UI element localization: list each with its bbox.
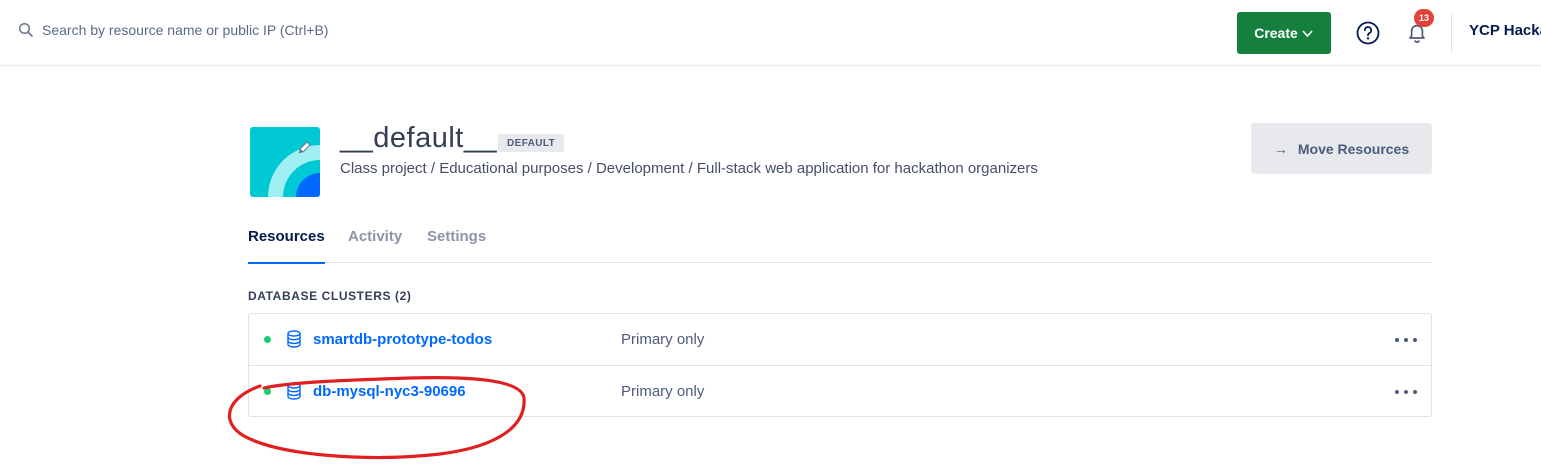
cluster-mode: Primary only — [621, 383, 705, 400]
move-resources-button[interactable]: → Move Resources — [1251, 123, 1432, 174]
default-badge: DEFAULT — [498, 134, 565, 152]
project-title: __default__ — [340, 122, 498, 154]
cluster-mode: Primary only — [621, 331, 705, 348]
more-options-icon[interactable] — [1395, 385, 1417, 399]
project-description: Class project / Educational purposes / D… — [340, 160, 1038, 177]
notification-count-badge: 13 — [1414, 9, 1434, 27]
list-item[interactable]: smartdb-prototype-todos Primary only — [249, 314, 1431, 365]
search-bar[interactable] — [18, 22, 382, 38]
tab-resources[interactable]: Resources — [248, 228, 325, 264]
top-bar: Create 13 YCP Hackathon — [0, 0, 1541, 66]
search-icon — [18, 22, 34, 38]
move-resources-label: Move Resources — [1297, 140, 1410, 157]
search-input[interactable] — [42, 22, 382, 38]
status-dot — [264, 388, 271, 395]
chevron-down-icon — [1302, 29, 1313, 37]
database-icon — [286, 330, 302, 348]
section-title: DATABASE CLUSTERS (2) — [248, 289, 412, 303]
project-tabs: Resources Activity Settings — [248, 222, 1432, 264]
database-cluster-list: smartdb-prototype-todos Primary only db-… — [248, 313, 1432, 417]
create-button[interactable]: Create — [1237, 12, 1331, 54]
arrow-right-icon: → — [1273, 140, 1288, 157]
cluster-name-link[interactable]: smartdb-prototype-todos — [313, 331, 492, 348]
project-avatar[interactable] — [250, 127, 320, 197]
status-dot — [264, 336, 271, 343]
help-icon[interactable] — [1355, 20, 1381, 46]
tab-activity[interactable]: Activity — [348, 228, 402, 262]
team-name[interactable]: YCP Hackathon — [1469, 22, 1541, 39]
topbar-divider — [1451, 14, 1452, 52]
list-item[interactable]: db-mysql-nyc3-90696 Primary only — [249, 365, 1431, 416]
database-icon — [286, 382, 302, 400]
cluster-name-link[interactable]: db-mysql-nyc3-90696 — [313, 383, 466, 400]
more-options-icon[interactable] — [1395, 333, 1417, 347]
create-button-label: Create — [1254, 25, 1298, 41]
tab-settings[interactable]: Settings — [427, 228, 486, 262]
